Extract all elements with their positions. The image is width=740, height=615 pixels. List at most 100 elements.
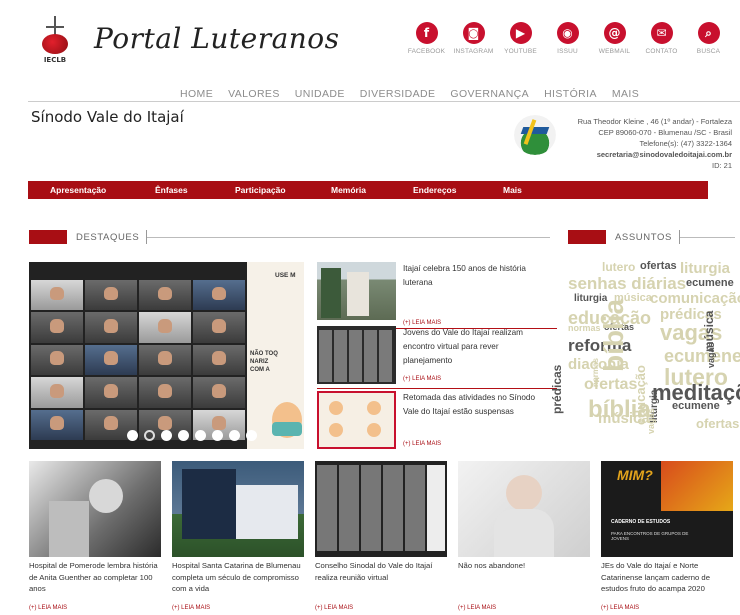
image-graphic: [661, 461, 733, 511]
instagram-icon: ◙: [462, 22, 485, 44]
slide-side-text: USE M: [275, 272, 296, 279]
card-title[interactable]: Conselho Sinodal do Vale do Itajaí reali…: [315, 560, 447, 583]
brand-name[interactable]: Portal Luteranos: [94, 22, 340, 55]
slider-dot[interactable]: [144, 430, 155, 441]
figure-2: [367, 401, 381, 415]
slider-dot[interactable]: [246, 430, 257, 441]
social-facebook[interactable]: f FACEBOOK: [403, 22, 450, 55]
read-more-link[interactable]: (+) LEIA MAIS: [601, 605, 639, 611]
social-label: WEBMAIL: [598, 48, 631, 55]
menu-memoria[interactable]: Memória: [331, 185, 366, 195]
news-title[interactable]: Jovens do Vale do Itajaí realizam encont…: [403, 326, 543, 368]
menu-mais[interactable]: Mais: [503, 185, 522, 195]
topic-tag[interactable]: vagas: [646, 408, 656, 434]
news-card[interactable]: Hospital de Pomerode lembra história de …: [29, 461, 161, 611]
video-participant: [85, 344, 137, 376]
topic-tag[interactable]: ecumene: [672, 400, 720, 412]
topic-tag[interactable]: música: [598, 410, 650, 427]
video-participant: [31, 409, 83, 440]
nav-história[interactable]: HISTÓRIA: [544, 88, 597, 100]
news-title[interactable]: Itajaí celebra 150 anos de história lute…: [403, 262, 543, 290]
globe-icon: [42, 34, 68, 54]
nav-diversidade[interactable]: DIVERSIDADE: [360, 88, 436, 100]
topic-tag[interactable]: prédicas: [550, 365, 564, 414]
topic-tag[interactable]: ecumene: [686, 277, 734, 289]
menu-enderecos[interactable]: Endereços: [413, 185, 456, 195]
news-card[interactable]: Hospital Santa Catarina de Blumenau comp…: [172, 461, 304, 611]
nav-unidade[interactable]: UNIDADE: [295, 88, 345, 100]
topic-tag[interactable]: ofertas: [584, 376, 637, 394]
read-more-link[interactable]: (+) LEIA MAIS: [403, 441, 441, 447]
topic-tag[interactable]: liturgia: [680, 260, 730, 277]
slider-dot[interactable]: [161, 430, 172, 441]
read-more-link[interactable]: (+) LEIA MAIS: [172, 605, 210, 611]
topic-tag[interactable]: comunicação: [650, 290, 740, 307]
menu-enfases[interactable]: Ênfases: [155, 185, 188, 195]
news-thumbnail[interactable]: [317, 326, 396, 384]
news-card[interactable]: Não nos abandone! (+) LEIA MAIS: [458, 461, 590, 611]
card-title[interactable]: JEs do Vale do Itajaí e Norte Catarinens…: [601, 560, 733, 595]
social-busca[interactable]: ⌕ BUSCA: [685, 22, 732, 55]
logo-stroke: [520, 127, 550, 134]
card-image[interactable]: [172, 461, 304, 557]
social-label: ISSUU: [557, 48, 578, 55]
menu-participacao[interactable]: Participação: [235, 185, 286, 195]
social-issuu[interactable]: ◉ ISSUU: [544, 22, 591, 55]
mask-illustration: [272, 422, 302, 436]
video-participant: [139, 280, 191, 311]
top-nav: HOME VALORES UNIDADE DIVERSIDADE GOVERNANÇA H…: [180, 88, 654, 100]
social-webmail[interactable]: @ WEBMAIL: [591, 22, 638, 55]
menu-apresentacao[interactable]: Apresentação: [50, 185, 106, 195]
video-participant: [193, 312, 245, 343]
slider-dot[interactable]: [229, 430, 240, 441]
nav-mais[interactable]: MAIS: [612, 88, 639, 100]
slider-dots: [127, 430, 257, 441]
nav-valores[interactable]: VALORES: [228, 88, 280, 100]
news-thumbnail[interactable]: [317, 262, 396, 320]
topic-tag[interactable]: ofertas: [640, 260, 677, 272]
tree: [321, 268, 341, 318]
news-thumbnail[interactable]: [317, 391, 396, 449]
news-card[interactable]: MIM? CADERNO DE ESTUDOS PARA ENCONTROS D…: [601, 461, 733, 611]
logo-label: IECLB: [43, 56, 67, 64]
read-more-link[interactable]: (+) LEIA MAIS: [458, 605, 496, 611]
card-image[interactable]: MIM? CADERNO DE ESTUDOS PARA ENCONTROS D…: [601, 461, 733, 557]
social-youtube[interactable]: ▶ YOUTUBE: [497, 22, 544, 55]
ieclb-logo[interactable]: IECLB: [34, 14, 76, 66]
slider-dot[interactable]: [127, 430, 138, 441]
read-more-link[interactable]: (+) LEIA MAIS: [403, 376, 441, 382]
card-image[interactable]: [29, 461, 161, 557]
topic-tag[interactable]: lutero: [602, 260, 635, 274]
card-title[interactable]: Hospital de Pomerode lembra história de …: [29, 560, 161, 595]
email-link[interactable]: secretaria@sinodovaledoitajai.com.br: [578, 149, 732, 160]
highlights-header: DESTAQUES: [29, 230, 551, 244]
read-more-link[interactable]: (+) LEIA MAIS: [29, 605, 67, 611]
video-participant: [193, 280, 245, 311]
issuu-icon: ◉: [556, 22, 579, 44]
slide-side-panel: USE M NÃO TOQ NARIZ COM A: [247, 262, 304, 449]
slider-dot[interactable]: [178, 430, 189, 441]
video-participant: [31, 344, 83, 376]
news-title[interactable]: Retomada das atividades no Sínodo Vale d…: [403, 391, 543, 419]
card-image[interactable]: [458, 461, 590, 557]
card-title[interactable]: Não nos abandone!: [458, 560, 590, 572]
read-more-link[interactable]: (+) LEIA MAIS: [315, 605, 353, 611]
topic-tag[interactable]: ofertas: [696, 416, 739, 431]
slider-dot[interactable]: [195, 430, 206, 441]
highlight-slider[interactable]: USE M NÃO TOQ NARIZ COM A: [29, 262, 304, 449]
card-title[interactable]: Hospital Santa Catarina de Blumenau comp…: [172, 560, 304, 595]
search-icon: ⌕: [697, 22, 720, 44]
sinodo-id: ID: 21: [711, 161, 732, 170]
address-line-2: CEP 89060-070 - Blumenau /SC - Brasil: [598, 128, 732, 137]
video-grid: [319, 330, 394, 382]
social-instagram[interactable]: ◙ INSTAGRAM: [450, 22, 497, 55]
social-label: YOUTUBE: [504, 48, 537, 55]
nav-home[interactable]: HOME: [180, 88, 213, 100]
social-contato[interactable]: ✉ CONTATO: [638, 22, 685, 55]
news-divider: [317, 388, 557, 389]
card-image[interactable]: [315, 461, 447, 557]
topic-tag[interactable]: normas: [568, 323, 601, 333]
slider-dot[interactable]: [212, 430, 223, 441]
news-card[interactable]: Conselho Sinodal do Vale do Itajaí reali…: [315, 461, 447, 611]
nav-governança[interactable]: GOVERNANÇA: [450, 88, 529, 100]
